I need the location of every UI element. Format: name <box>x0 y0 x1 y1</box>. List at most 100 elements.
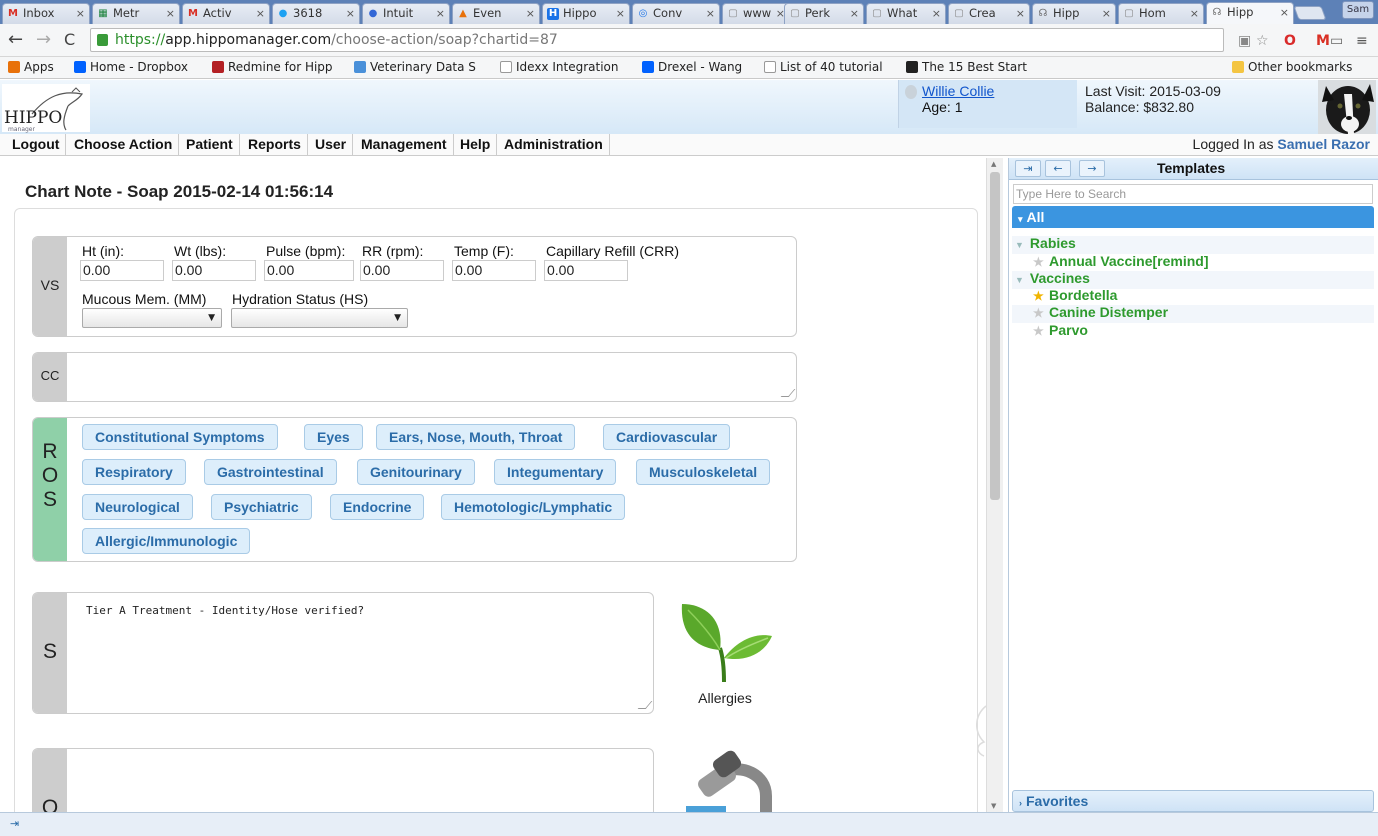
bookmark-item[interactable]: Drexel - Wang <box>642 57 742 77</box>
mucous-membrane-select[interactable]: ▼ <box>82 308 222 328</box>
crr-input[interactable]: 0.00 <box>544 260 628 281</box>
template-item[interactable]: ★ Bordetella <box>1033 287 1117 303</box>
menu-help[interactable]: Help <box>454 134 498 156</box>
reload-icon[interactable]: C <box>64 29 75 51</box>
new-tab-button[interactable] <box>1293 6 1327 20</box>
close-icon[interactable]: × <box>256 4 265 23</box>
bookmark-item[interactable]: Redmine for Hipp <box>212 57 344 77</box>
star-icon[interactable]: ★ <box>1033 255 1047 269</box>
cc-textarea[interactable] <box>67 353 796 401</box>
browser-tab[interactable]: M Inbox × <box>2 3 90 24</box>
back-icon[interactable]: ← <box>8 29 23 51</box>
browser-tab-active[interactable]: ☊ Hipp × <box>1206 2 1294 24</box>
logged-in-user-link[interactable]: Samuel Razor <box>1277 136 1370 152</box>
browser-tab[interactable]: H Hippo × <box>542 3 630 24</box>
ros-psychiatric-button[interactable]: Psychiatric <box>211 494 312 520</box>
template-search-input[interactable]: Type Here to Search <box>1013 184 1373 204</box>
template-item[interactable]: ★ Annual Vaccine[remind] <box>1033 253 1208 269</box>
close-icon[interactable]: × <box>1190 4 1199 23</box>
close-icon[interactable]: × <box>436 4 445 23</box>
profile-button[interactable]: Sam <box>1342 1 1374 19</box>
browser-tab[interactable]: ● 3618 × <box>272 3 360 24</box>
scroll-up-icon[interactable]: ▲ <box>991 160 996 168</box>
menu-administration[interactable]: Administration <box>498 134 610 156</box>
browser-tab[interactable]: ☊ Hipp × <box>1032 3 1116 24</box>
opera-extension-icon[interactable]: O <box>1284 33 1296 49</box>
bookmark-item[interactable]: List of 40 tutorial <box>764 57 899 77</box>
pin-icon[interactable]: ⇥ <box>1015 160 1041 177</box>
pin-icon[interactable]: ⇥ <box>10 817 19 830</box>
wt-input[interactable]: 0.00 <box>172 260 256 281</box>
browser-tab[interactable]: ▲ Even × <box>452 3 540 24</box>
allergies-button[interactable]: Allergies <box>676 598 776 710</box>
tree-group-vaccines[interactable]: ▼ Vaccines <box>1015 270 1090 286</box>
ros-gastrointestinal-button[interactable]: Gastrointestinal <box>204 459 337 485</box>
ros-hemotologic-button[interactable]: Hemotologic/Lymphatic <box>441 494 626 520</box>
browser-tab[interactable]: ◎ Conv × <box>632 3 720 24</box>
pulse-input[interactable]: 0.00 <box>264 260 354 281</box>
browser-tab[interactable]: ▢ What × <box>866 3 946 24</box>
ht-input[interactable]: 0.00 <box>80 260 164 281</box>
template-item[interactable]: ★ Parvo <box>1033 322 1088 338</box>
collapse-right-icon[interactable]: → <box>1079 160 1105 177</box>
browser-tab[interactable]: ▢ Crea × <box>948 3 1030 24</box>
close-icon[interactable]: × <box>932 4 941 23</box>
scrollbar-thumb[interactable] <box>990 172 1000 500</box>
browser-tab[interactable]: ▢ www × <box>722 3 790 24</box>
menu-user[interactable]: User <box>309 134 354 156</box>
other-bookmarks[interactable]: Other bookmarks <box>1232 57 1352 77</box>
hippo-logo[interactable]: HIPPO manager <box>2 84 90 133</box>
bookmark-apps[interactable]: Apps <box>8 57 54 77</box>
ros-eyes-button[interactable]: Eyes <box>304 424 363 450</box>
vertical-scrollbar[interactable]: ▲ ▼ <box>986 158 1003 812</box>
menu-icon[interactable]: ≡ <box>1356 33 1368 49</box>
bookmark-item[interactable]: Idexx Integration <box>500 57 638 77</box>
ros-integumentary-button[interactable]: Integumentary <box>494 459 617 485</box>
browser-tab[interactable]: ● Intuit × <box>362 3 450 24</box>
ros-neurological-button[interactable]: Neurological <box>82 494 193 520</box>
ros-genitourinary-button[interactable]: Genitourinary <box>357 459 475 485</box>
favorites-accordion[interactable]: › Favorites <box>1012 790 1374 812</box>
gmail-extension-icon[interactable]: M <box>1316 33 1330 49</box>
browser-tab[interactable]: ▢ Perk × <box>784 3 864 24</box>
star-icon[interactable]: ☆ <box>1256 33 1269 49</box>
bookmark-item[interactable]: The 15 Best Start <box>906 57 1040 77</box>
ros-cardiovascular-button[interactable]: Cardiovascular <box>603 424 731 450</box>
forward-icon[interactable]: → <box>36 29 51 51</box>
rr-input[interactable]: 0.00 <box>360 260 444 281</box>
close-icon[interactable]: × <box>616 4 625 23</box>
close-icon[interactable]: × <box>706 4 715 23</box>
menu-reports[interactable]: Reports <box>242 134 308 156</box>
close-icon[interactable]: × <box>346 4 355 23</box>
all-templates-accordion[interactable]: ▾ All <box>1012 206 1374 228</box>
bookmark-item[interactable]: Home - Dropbox <box>74 57 188 77</box>
objective-textarea[interactable] <box>67 749 653 812</box>
address-bar[interactable]: https://app.hippomanager.com/choose-acti… <box>90 28 1224 52</box>
template-item[interactable]: ★ Canine Distemper <box>1033 304 1168 320</box>
diagnostics-button[interactable] <box>684 750 774 812</box>
menu-choose-action[interactable]: Choose Action <box>68 134 180 156</box>
menu-management[interactable]: Management <box>355 134 454 156</box>
menu-logout[interactable]: Logout <box>6 134 67 156</box>
ros-allergic-button[interactable]: Allergic/Immunologic <box>82 528 251 554</box>
browser-tab[interactable]: ▦ Metr × <box>92 3 180 24</box>
collapse-left-icon[interactable]: ← <box>1045 160 1071 177</box>
patient-name-link[interactable]: Willie Collie <box>922 83 994 99</box>
tree-group-rabies[interactable]: ▼ Rabies <box>1015 235 1076 251</box>
browser-tab[interactable]: ▢ Hom × <box>1118 3 1204 24</box>
close-icon[interactable]: × <box>1280 3 1289 22</box>
ros-musculoskeletal-button[interactable]: Musculoskeletal <box>636 459 771 485</box>
star-icon[interactable]: ★ <box>1033 324 1047 338</box>
ros-endocrine-button[interactable]: Endocrine <box>330 494 425 520</box>
close-icon[interactable]: × <box>850 4 859 23</box>
page-action-icon[interactable]: ▣ <box>1238 33 1251 49</box>
scroll-down-icon[interactable]: ▼ <box>991 802 996 810</box>
close-icon[interactable]: × <box>1016 4 1025 23</box>
temp-input[interactable]: 0.00 <box>452 260 536 281</box>
close-icon[interactable]: × <box>166 4 175 23</box>
hydration-status-select[interactable]: ▼ <box>231 308 408 328</box>
close-icon[interactable]: × <box>76 4 85 23</box>
bookmark-item[interactable]: Veterinary Data S <box>354 57 489 77</box>
cast-icon[interactable]: ▭ <box>1330 33 1343 49</box>
close-icon[interactable]: × <box>1102 4 1111 23</box>
